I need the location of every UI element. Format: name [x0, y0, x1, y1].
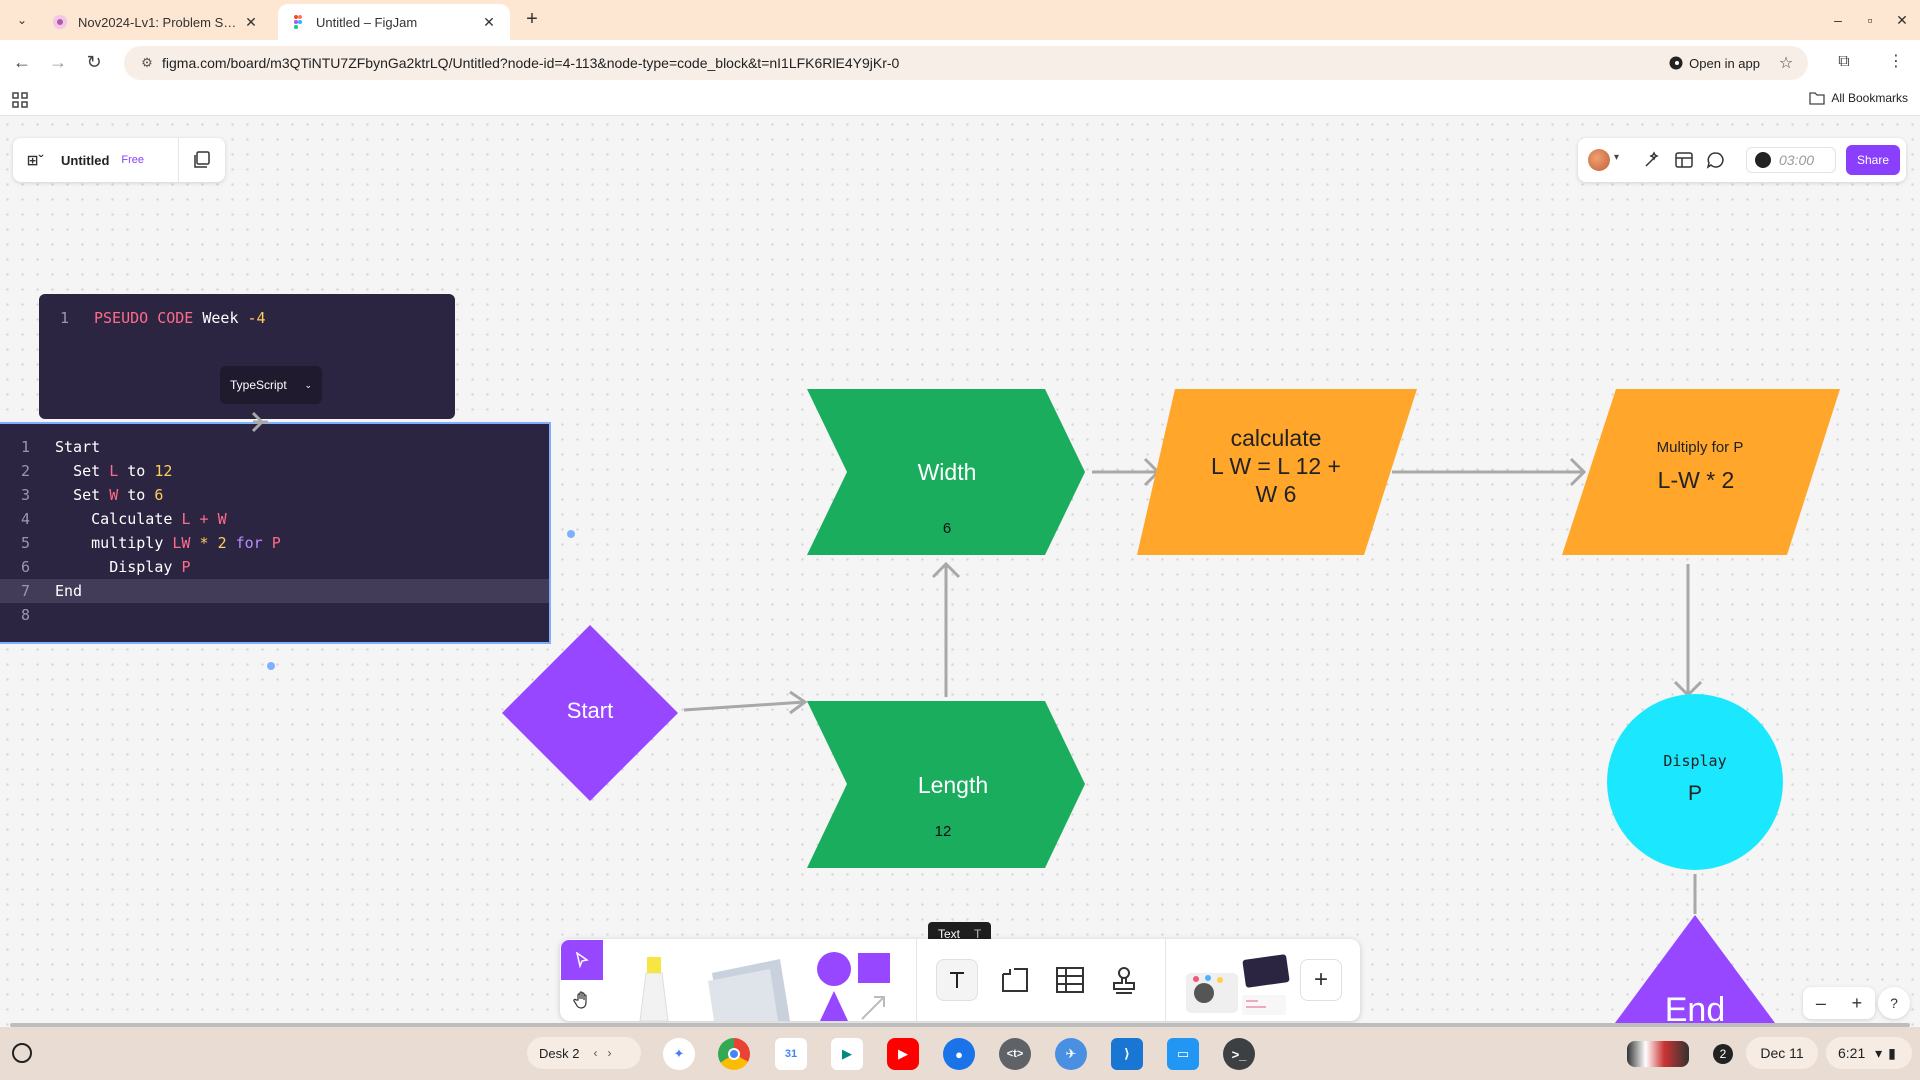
flowchart-svg: [251, 389, 1840, 1027]
start-label: Start: [566, 698, 614, 723]
bookmark-star-icon[interactable]: ☆: [1772, 53, 1800, 73]
url-text[interactable]: figma.com/board/m3QTiNTU7ZFbynGa2ktrLQ/U…: [162, 55, 1669, 71]
chrome-icon[interactable]: [718, 1038, 750, 1070]
connector-arrow: [683, 690, 808, 715]
new-tab-button[interactable]: +: [520, 8, 544, 32]
forward-icon[interactable]: →: [46, 50, 70, 74]
browser-toolbar: ← → ↻ ⚙ figma.com/board/m3QTiNTU7ZFbynGa…: [0, 40, 1920, 84]
more-menu-icon[interactable]: ⋮: [1884, 50, 1908, 74]
cursor-icon: [575, 952, 589, 968]
extensions-icon[interactable]: ⧉: [1832, 50, 1856, 74]
close-tab-icon[interactable]: ✕: [480, 14, 498, 31]
status-area[interactable]: 6:21 ▾ ▮: [1826, 1037, 1912, 1069]
width-value: 6: [942, 520, 952, 537]
date-display[interactable]: Dec 11: [1746, 1037, 1818, 1069]
close-window-icon[interactable]: ✕: [1890, 8, 1914, 32]
launcher-icon[interactable]: [12, 1043, 32, 1063]
connector-arrow: [1673, 564, 1703, 698]
help-button[interactable]: ?: [1878, 987, 1910, 1019]
figjam-canvas[interactable]: ⊞ˇ Untitled Free ▾ 03:00 Share 1 PSEUDO C…: [0, 117, 1920, 1027]
tab-search-button[interactable]: ⌄: [10, 8, 34, 32]
zoom-out-icon[interactable]: –: [1816, 993, 1826, 1014]
notification-badge[interactable]: 2: [1713, 1044, 1733, 1064]
widgets-icon[interactable]: [1182, 951, 1292, 1019]
end-label: End: [1664, 992, 1726, 1027]
open-in-app-button[interactable]: Open in app: [1669, 56, 1760, 71]
length-title: Length: [917, 772, 989, 798]
tab-title: Nov2024-Lv1: Problem Solving: [78, 14, 242, 30]
stamp-tool-icon[interactable]: [1110, 965, 1138, 995]
calendar-icon[interactable]: 31: [775, 1038, 807, 1070]
table-tool-icon[interactable]: [1055, 966, 1085, 994]
text-tool-button[interactable]: [936, 959, 978, 1001]
desk-nav-icon[interactable]: ‹›: [593, 1046, 621, 1060]
zoom-controls: – +: [1803, 987, 1875, 1019]
youtube-icon[interactable]: ▶: [887, 1038, 919, 1070]
terminal-icon[interactable]: >_: [1223, 1038, 1255, 1070]
section-tool-icon[interactable]: [1000, 966, 1030, 994]
folder-icon: [1809, 92, 1825, 105]
tab-title: Untitled – FigJam: [316, 14, 418, 30]
marker-tool-icon[interactable]: [622, 953, 682, 1021]
address-bar[interactable]: ⚙ figma.com/board/m3QTiNTU7ZFbynGa2ktrLQ…: [124, 46, 1808, 80]
calculate-line-2: L W = L 12 +: [1211, 453, 1341, 479]
maximize-icon[interactable]: ▫: [1858, 8, 1882, 32]
hand-tool-button[interactable]: [561, 981, 603, 1019]
meet-icon[interactable]: ▶: [831, 1038, 863, 1070]
tray-thumbnail[interactable]: [1627, 1041, 1689, 1067]
tab-figjam[interactable]: Untitled – FigJam ✕: [278, 4, 510, 40]
figma-icon: [1669, 56, 1683, 70]
toolbar-divider: [1165, 939, 1166, 1021]
code-editor-icon[interactable]: <t>: [999, 1038, 1031, 1070]
vscode-icon[interactable]: ⟩: [1111, 1038, 1143, 1070]
bird-app-icon[interactable]: ✈: [1055, 1038, 1087, 1070]
shapes-tool-icon[interactable]: [812, 951, 898, 1021]
text-icon: [950, 972, 964, 988]
site-info-icon[interactable]: ⚙: [132, 55, 162, 71]
wifi-icon: ▾: [1875, 1045, 1883, 1061]
all-bookmarks-button[interactable]: All Bookmarks: [1809, 91, 1908, 105]
canva-favicon-icon: [53, 15, 67, 29]
files-icon[interactable]: ▭: [1167, 1038, 1199, 1070]
width-title: Width: [917, 459, 977, 485]
connector-arrow: [1092, 457, 1161, 487]
move-tool-button[interactable]: [561, 940, 603, 980]
connector-arrow: [251, 411, 268, 433]
zoom-in-icon[interactable]: +: [1852, 993, 1863, 1014]
all-bookmarks-label: All Bookmarks: [1831, 91, 1908, 105]
messages-icon[interactable]: ●: [943, 1038, 975, 1070]
bookmarks-bar: All Bookmarks: [0, 84, 1920, 116]
tab-problem-solving[interactable]: Nov2024-Lv1: Problem Solving ✕: [40, 4, 272, 40]
length-value: 12: [934, 823, 952, 840]
connector-arrow: [1392, 457, 1587, 487]
calculate-line-3: W 6: [1255, 481, 1297, 507]
desk-label: Desk 2: [539, 1045, 580, 1061]
reload-icon[interactable]: ↻: [82, 50, 106, 74]
toolbar-divider: [916, 939, 917, 1021]
more-tools-button[interactable]: +: [1300, 959, 1342, 1001]
figma-favicon-icon: [294, 15, 302, 29]
os-taskbar: Desk 2 ‹› ✦ 31 ▶ ▶ ● <t> ✈ ⟩ ▭ >_ 2 Dec …: [0, 1027, 1920, 1080]
time-display: 6:21: [1838, 1045, 1866, 1061]
close-tab-icon[interactable]: ✕: [242, 14, 260, 31]
apps-grid-icon[interactable]: [12, 92, 28, 108]
back-icon[interactable]: ←: [10, 50, 34, 74]
display-line-2: P: [1687, 782, 1702, 805]
calculate-line-1: calculate: [1230, 425, 1322, 451]
hand-icon: [573, 991, 587, 1009]
battery-icon: ▮: [1888, 1045, 1896, 1061]
tab-strip: ⌄ Nov2024-Lv1: Problem Solving ✕ Untitle…: [0, 0, 1920, 40]
gemini-icon[interactable]: ✦: [663, 1038, 695, 1070]
open-in-app-label: Open in app: [1689, 55, 1760, 71]
creation-toolbar: +: [560, 939, 1360, 1021]
sticky-note-icon[interactable]: [700, 951, 800, 1021]
minimize-icon[interactable]: –: [1826, 8, 1850, 32]
multiply-line-2: L-W * 2: [1657, 467, 1735, 493]
connector-arrow: [931, 561, 961, 697]
multiply-line-1: Multiply for P: [1656, 439, 1744, 456]
display-line-1: Display: [1663, 752, 1727, 770]
desk-switcher[interactable]: Desk 2 ‹›: [527, 1037, 641, 1069]
